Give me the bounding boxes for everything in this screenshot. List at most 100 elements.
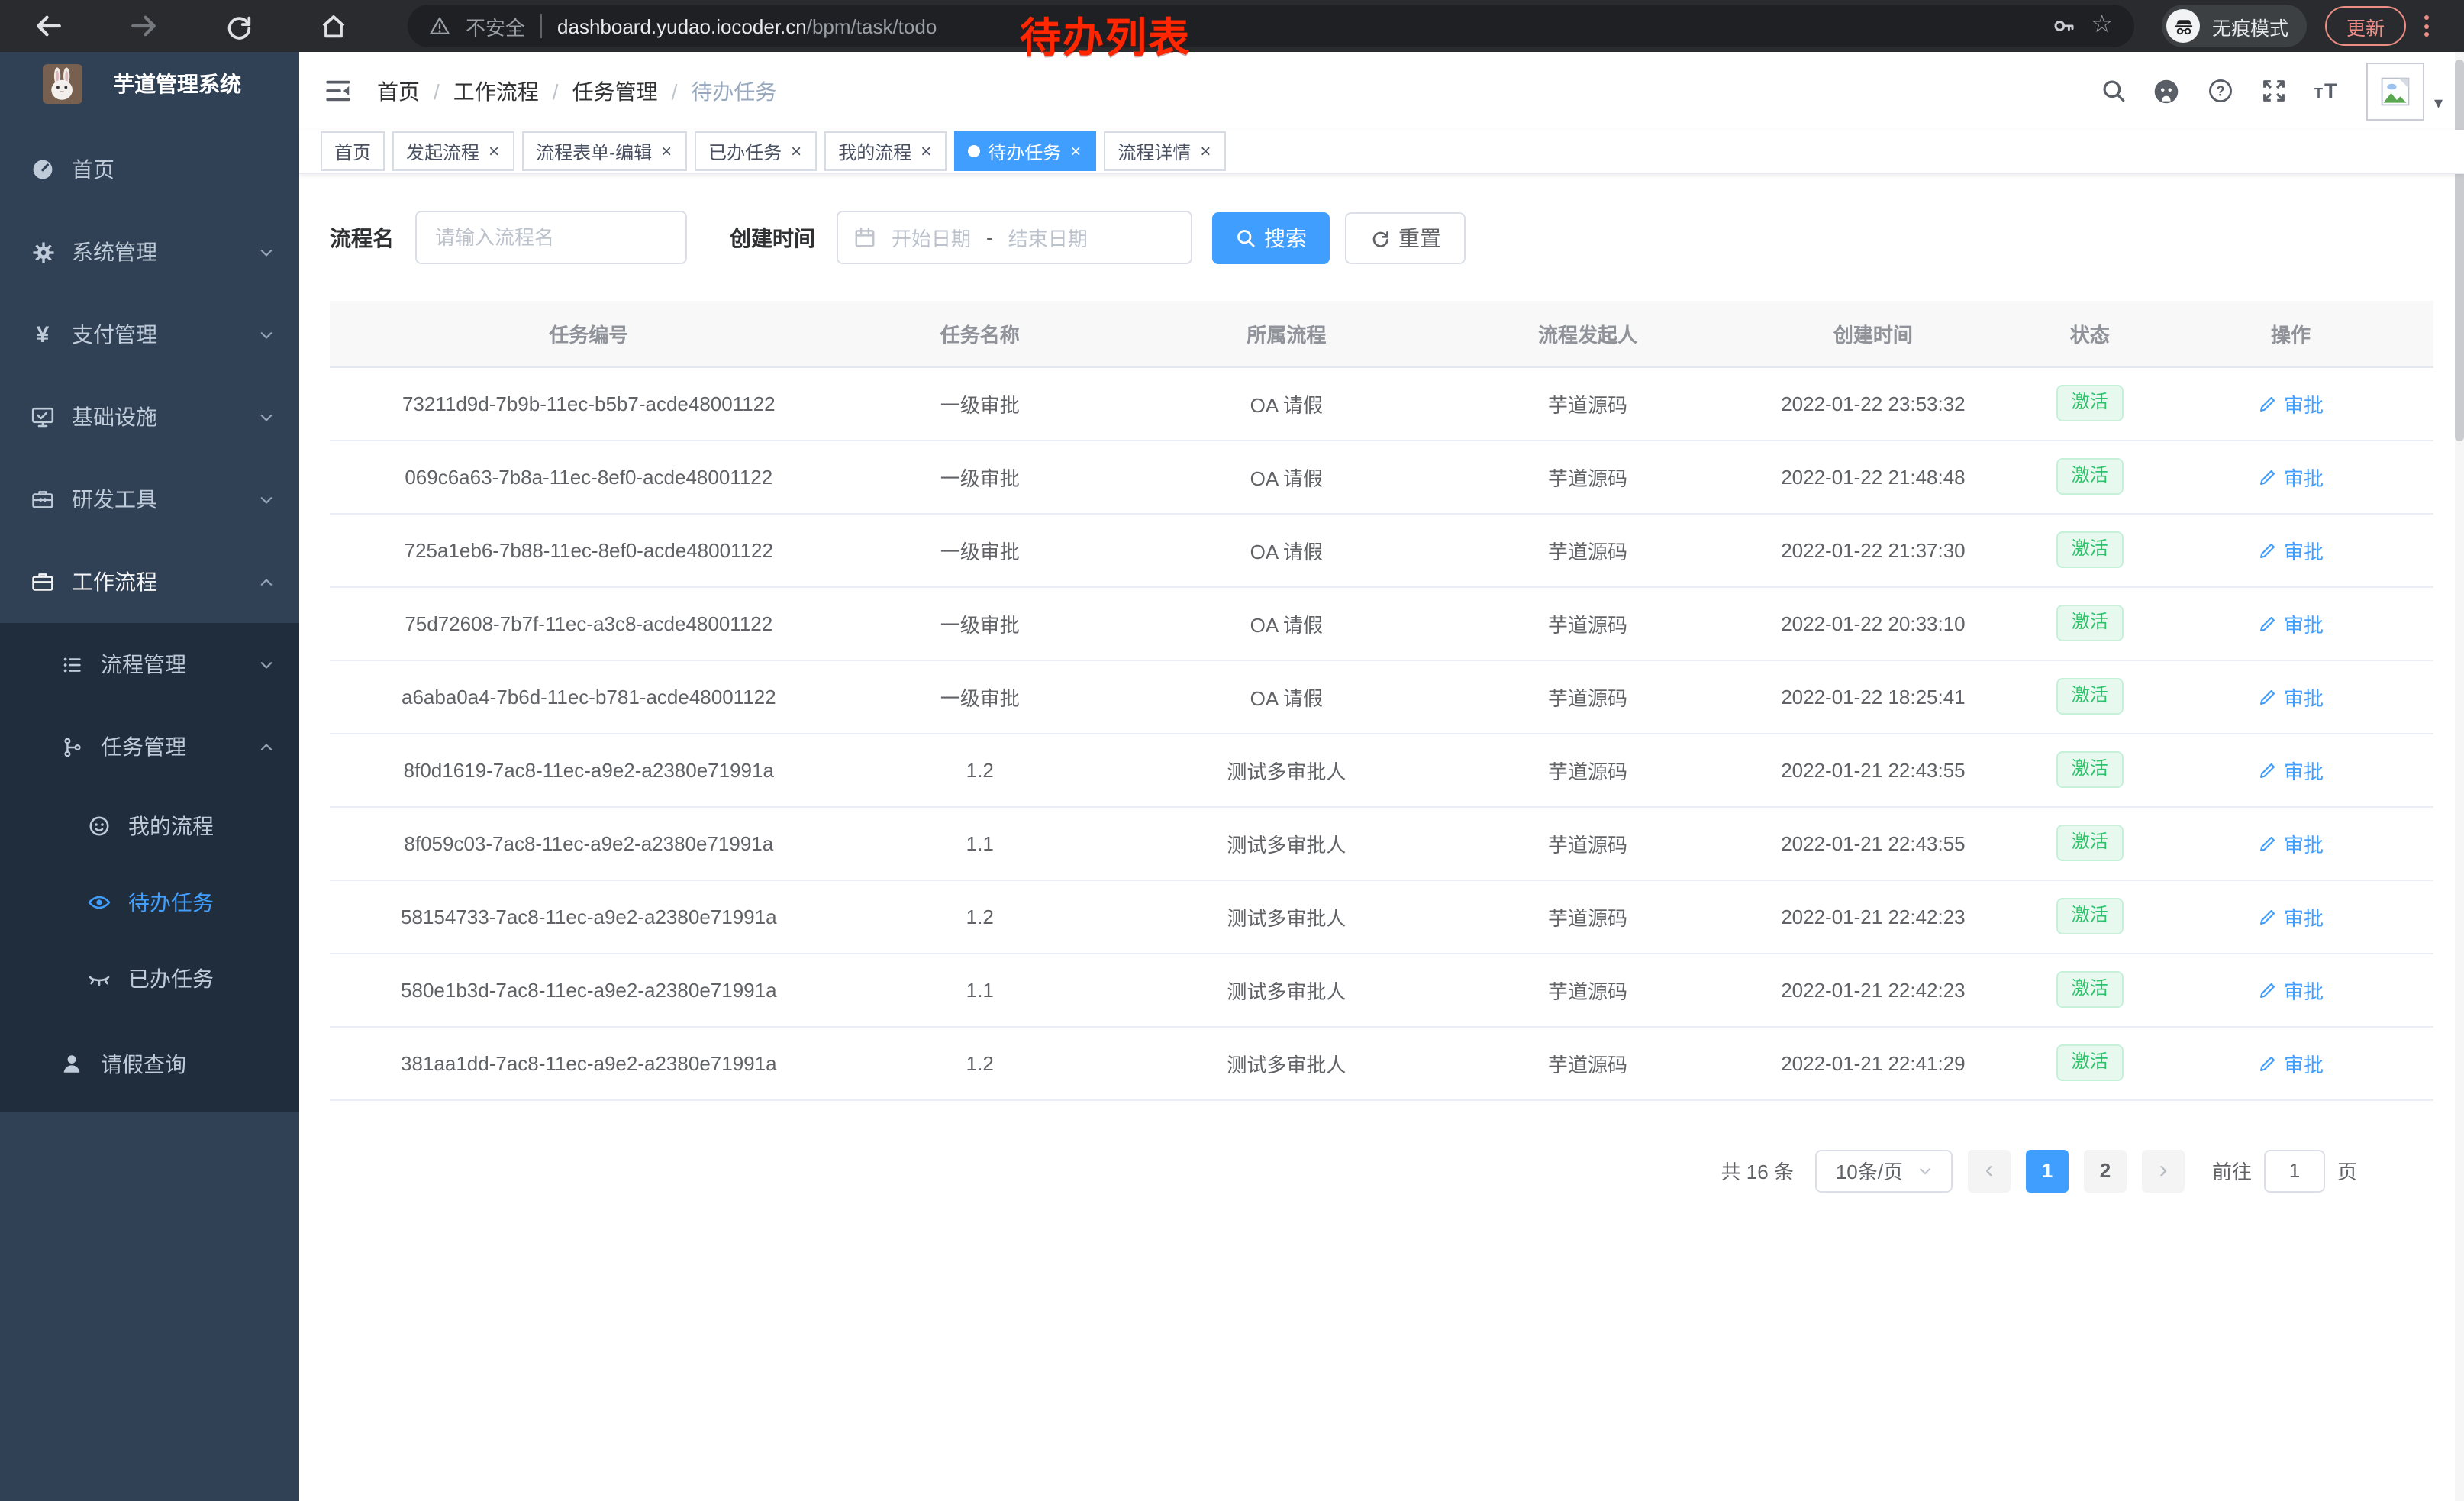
approve-label: 审批 (2284, 535, 2324, 564)
search-button[interactable]: 搜索 (1212, 211, 1330, 263)
sidebar-item-todo-tasks[interactable]: 待办任务 (0, 864, 299, 941)
status-badge: 激活 (2056, 679, 2124, 714)
tag-label: 发起流程 (406, 138, 479, 164)
close-icon[interactable]: × (487, 142, 501, 160)
reset-button[interactable]: 重置 (1345, 211, 1466, 263)
cell-created: 2022-01-21 22:42:23 (1714, 953, 2031, 1026)
tag-process-form-edit[interactable]: 流程表单-编辑 × (522, 131, 687, 171)
toolbox-icon (31, 487, 55, 512)
svg-text:T: T (2315, 86, 2324, 101)
total-count: 共 16 条 (1721, 1156, 1794, 1185)
breadcrumb-workflow[interactable]: 工作流程 (453, 76, 539, 106)
tag-label: 待办任务 (988, 138, 1061, 164)
update-button[interactable]: 更新 (2325, 6, 2406, 46)
chevron-down-icon (258, 244, 275, 260)
url-path[interactable]: /bpm/task/todo (807, 15, 937, 37)
search-icon[interactable] (2100, 77, 2127, 105)
cell-task-name: 1.1 (848, 806, 1112, 880)
date-range-picker[interactable]: 开始日期 - 结束日期 (837, 211, 1192, 264)
sidebar-item-done-tasks[interactable]: 已办任务 (0, 941, 299, 1017)
navbar-actions: ? TT ▾ (2074, 62, 2443, 120)
close-icon[interactable]: × (919, 142, 933, 160)
workflow-submenu: 流程管理 任务管理 我的流程 (0, 623, 299, 1112)
close-icon[interactable]: × (789, 142, 803, 160)
approve-link[interactable]: 审批 (2258, 389, 2324, 418)
tag-label: 首页 (334, 138, 371, 164)
page-button-1[interactable]: 1 (2026, 1149, 2069, 1192)
bookmark-star-icon[interactable]: ☆ (2091, 14, 2113, 38)
tag-my-processes[interactable]: 我的流程 × (824, 131, 947, 171)
sidebar-item-home[interactable]: 首页 (0, 128, 299, 211)
cell-action: 审批 (2148, 366, 2433, 440)
tag-todo-tasks[interactable]: 待办任务 × (954, 131, 1096, 171)
prev-page-button[interactable]: ‹ (1968, 1149, 2011, 1192)
col-task-id: 任务编号 (330, 301, 848, 366)
url-host[interactable]: dashboard.yudao.iocoder.cn (557, 15, 807, 37)
app-logo[interactable]: 芋道管理系统 (0, 61, 299, 107)
approve-link[interactable]: 审批 (2258, 462, 2324, 491)
sidebar-item-system[interactable]: 系统管理 (0, 211, 299, 293)
sidebar-item-leave-query[interactable]: 请假查询 (0, 1017, 299, 1112)
sidebar-item-infrastructure[interactable]: 基础设施 (0, 376, 299, 458)
chevron-down-icon (258, 491, 275, 508)
tag-start-process[interactable]: 发起流程 × (392, 131, 514, 171)
breadcrumb-task-management[interactable]: 任务管理 (572, 76, 658, 106)
caret-down-icon[interactable]: ▾ (2434, 93, 2443, 113)
github-icon[interactable] (2153, 77, 2181, 105)
sidebar-item-payment[interactable]: ¥ 支付管理 (0, 293, 299, 376)
close-icon[interactable]: × (1069, 142, 1082, 160)
fullscreen-icon[interactable] (2260, 77, 2288, 105)
security-warning-icon[interactable] (429, 15, 450, 37)
close-icon[interactable]: × (660, 142, 673, 160)
help-icon[interactable]: ? (2207, 77, 2234, 105)
approve-link[interactable]: 审批 (2258, 608, 2324, 638)
cell-process: OA 请假 (1112, 440, 1461, 513)
svg-text:T: T (2325, 79, 2338, 102)
cell-task-id: 75d72608-7b7f-11ec-a3c8-acde48001122 (330, 586, 848, 660)
edit-icon (2258, 980, 2278, 999)
calendar-icon (853, 226, 876, 249)
approve-link[interactable]: 审批 (2258, 682, 2324, 711)
tag-process-detail[interactable]: 流程详情 × (1104, 131, 1226, 171)
home-icon[interactable] (311, 5, 354, 47)
sidebar-item-my-processes[interactable]: 我的流程 (0, 788, 299, 864)
sidebar-item-task-management[interactable]: 任务管理 (0, 705, 299, 788)
approve-link[interactable]: 审批 (2258, 535, 2324, 564)
page-size-select[interactable]: 10条/页 (1815, 1149, 1953, 1192)
breadcrumb-home[interactable]: 首页 (377, 76, 420, 106)
browser-menu-icon[interactable] (2424, 15, 2429, 37)
cell-task-id: 8f059c03-7ac8-11ec-a9e2-a2380e71991a (330, 806, 848, 880)
approve-label: 审批 (2284, 389, 2324, 418)
sidebar-collapse-icon[interactable] (324, 76, 353, 105)
back-icon[interactable] (27, 5, 70, 47)
scrollbar-thumb[interactable] (2455, 60, 2464, 441)
process-name-input[interactable] (415, 211, 687, 264)
avatar[interactable] (2367, 62, 2425, 120)
approve-link[interactable]: 审批 (2258, 1048, 2324, 1077)
sidebar-item-dev-tools[interactable]: 研发工具 (0, 458, 299, 541)
reload-icon[interactable] (217, 5, 260, 47)
close-icon[interactable]: × (1198, 142, 1212, 160)
cell-status: 激活 (2032, 513, 2148, 586)
font-size-icon[interactable]: TT (2314, 77, 2341, 105)
page-button-2[interactable]: 2 (2084, 1149, 2127, 1192)
security-label[interactable]: 不安全 (466, 11, 525, 40)
edit-icon (2258, 686, 2278, 706)
approve-link[interactable]: 审批 (2258, 975, 2324, 1004)
goto-page-input[interactable] (2264, 1149, 2325, 1192)
forward-icon[interactable] (122, 5, 165, 47)
approve-link[interactable]: 审批 (2258, 755, 2324, 784)
url-bar[interactable]: 不安全 dashboard.yudao.iocoder.cn/bpm/task/… (408, 5, 2134, 47)
cell-task-id: 73211d9d-7b9b-11ec-b5b7-acde48001122 (330, 366, 848, 440)
password-key-icon[interactable] (2051, 14, 2075, 38)
tag-home[interactable]: 首页 (321, 131, 385, 171)
cell-process: 测试多审批人 (1112, 806, 1461, 880)
sidebar-item-workflow[interactable]: 工作流程 (0, 541, 299, 623)
next-page-button[interactable]: › (2142, 1149, 2185, 1192)
sidebar-item-process-management[interactable]: 流程管理 (0, 623, 299, 705)
scrollbar-track[interactable] (2455, 52, 2464, 1501)
approve-link[interactable]: 审批 (2258, 828, 2324, 857)
approve-label: 审批 (2284, 1048, 2324, 1077)
tag-done-tasks[interactable]: 已办任务 × (695, 131, 817, 171)
approve-link[interactable]: 审批 (2258, 902, 2324, 931)
